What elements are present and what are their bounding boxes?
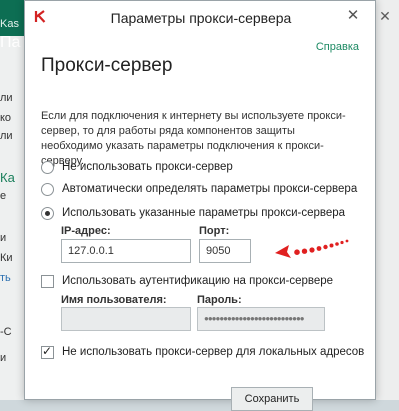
background-text-fragment: и <box>0 232 7 244</box>
background-close-icon[interactable]: ✕ <box>377 8 393 24</box>
local-bypass-checkbox-label: Не использовать прокси-сервер для локаль… <box>62 346 365 358</box>
port-label: Порт: <box>199 225 230 237</box>
radio-label: Автоматически определять параметры прокс… <box>62 183 358 195</box>
background-right-edge: ✕ <box>374 0 399 400</box>
username-label: Имя пользователя: <box>61 294 167 306</box>
ip-address-label: IP-адрес: <box>61 225 111 237</box>
port-input[interactable] <box>199 239 251 263</box>
radio-label: Не использовать прокси-сервер <box>62 161 233 173</box>
background-text-fragment: ли <box>0 130 13 142</box>
dialog-titlebar[interactable]: Параметры прокси-сервера ✕ <box>25 1 375 33</box>
radio-no-proxy[interactable]: Не использовать прокси-сервер <box>41 159 233 175</box>
local-bypass-checkbox[interactable] <box>41 344 54 359</box>
username-input[interactable] <box>61 307 191 331</box>
background-text-fragment: е <box>0 190 7 202</box>
page-title: Прокси-сервер <box>41 55 173 76</box>
background-text-fragment: Ки <box>0 252 13 264</box>
password-input[interactable]: ●●●●●●●●●●●●●●●●●●●●●●●●●● <box>197 307 325 331</box>
auth-checkbox-row[interactable]: Использовать аутентификацию на прокси-се… <box>41 273 333 289</box>
background-text-fragment: и <box>0 352 7 364</box>
save-button[interactable]: Сохранить <box>231 387 313 411</box>
radio-button[interactable] <box>41 182 54 196</box>
radio-button[interactable] <box>41 206 54 220</box>
radio-manual-proxy[interactable]: Использовать указанные параметры прокси-… <box>41 205 345 221</box>
background-text-fragment: ли <box>0 92 13 104</box>
background-text-fragment: -С <box>0 326 12 338</box>
auth-checkbox[interactable] <box>41 274 54 288</box>
proxy-settings-dialog: Параметры прокси-сервера ✕ Справка Прокс… <box>24 0 376 411</box>
local-bypass-checkbox-row[interactable]: Не использовать прокси-сервер для локаль… <box>41 344 364 360</box>
password-label: Пароль: <box>197 294 242 306</box>
help-link[interactable]: Справка <box>316 41 359 53</box>
background-text-fragment: ть <box>0 272 11 284</box>
red-arrow-annotation-icon <box>275 239 349 258</box>
auth-checkbox-label: Использовать аутентификацию на прокси-се… <box>62 275 334 287</box>
ip-address-input[interactable] <box>61 239 191 263</box>
close-icon[interactable]: ✕ <box>331 1 375 31</box>
background-text-fragment: Ка <box>0 170 15 185</box>
radio-auto-detect[interactable]: Автоматически определять параметры прокс… <box>41 181 357 197</box>
radio-button[interactable] <box>41 160 54 174</box>
dialog-title: Параметры прокси-сервера <box>110 10 292 26</box>
radio-label: Использовать указанные параметры прокси-… <box>62 207 346 219</box>
kaspersky-logo-icon <box>33 9 48 24</box>
background-text-fragment: ко <box>0 112 12 124</box>
